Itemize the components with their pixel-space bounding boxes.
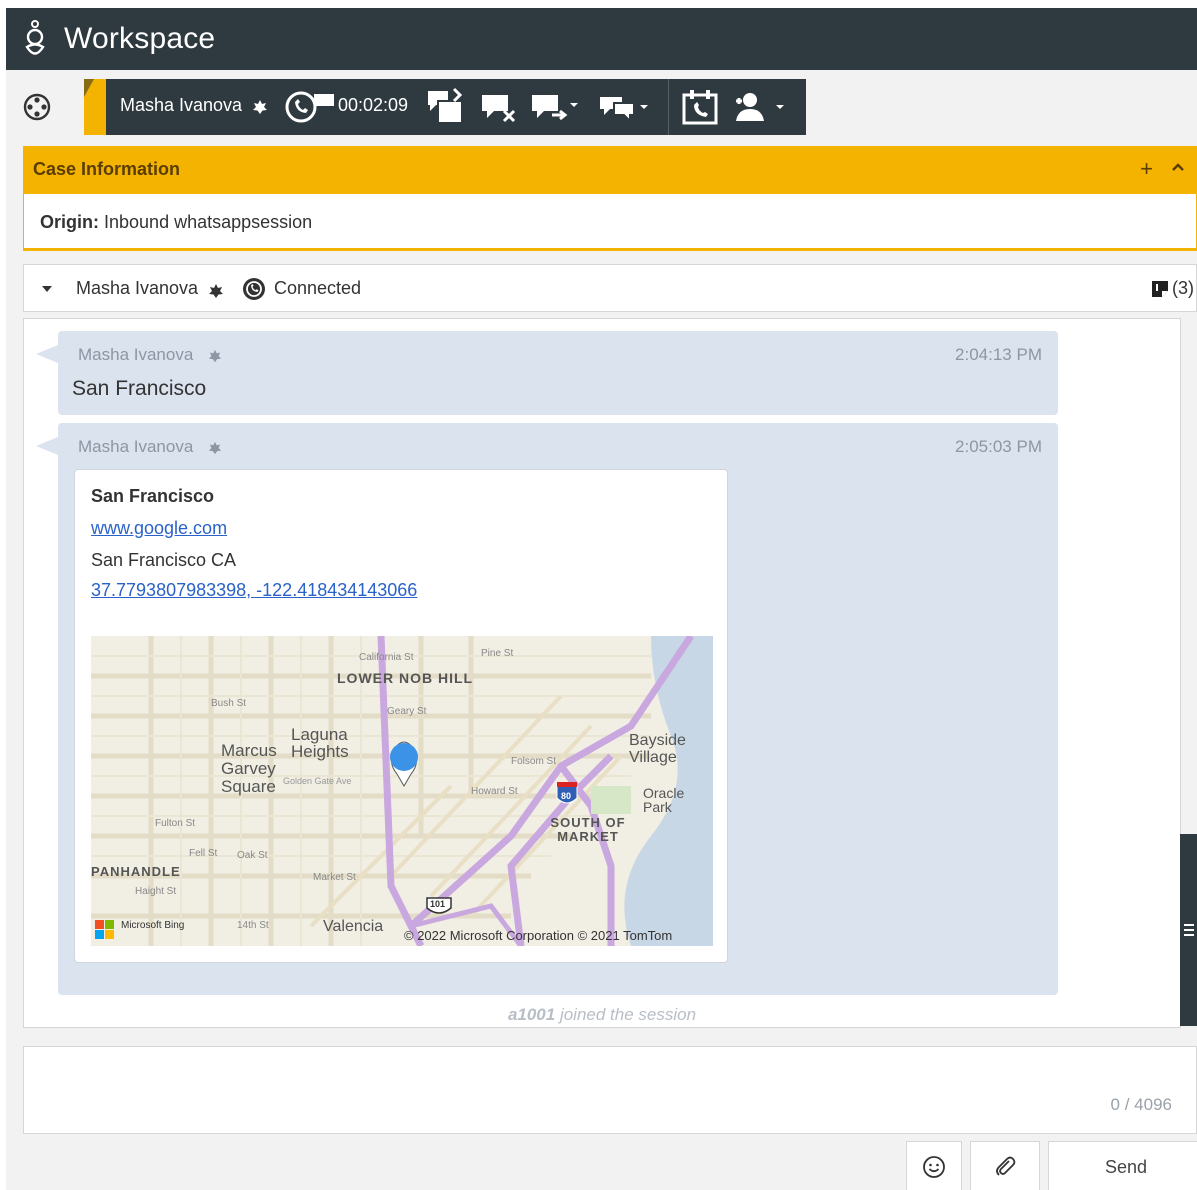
- vip-icon: [209, 284, 223, 298]
- side-panel-handle[interactable]: [1180, 834, 1197, 1026]
- party-expand-icon[interactable]: [40, 283, 54, 295]
- origin-label: Origin:: [40, 212, 99, 232]
- party-name[interactable]: Masha Ivanova: [76, 278, 198, 299]
- map-label: Oak St: [237, 850, 268, 861]
- toolbar-separator: [668, 79, 669, 135]
- map-label: Haight St: [135, 886, 177, 897]
- location-coordinates-link[interactable]: 37.7793807983398, -122.418434143066: [91, 580, 417, 601]
- map-credit: © 2022 Microsoft Corporation © 2021 TomT…: [404, 928, 673, 943]
- chat-message: Masha Ivanova 2:04:13 PM San Francisco: [36, 331, 1058, 415]
- vip-icon: [208, 441, 222, 455]
- collapse-case-icon[interactable]: [1171, 160, 1185, 174]
- message-time: 2:05:03 PM: [955, 437, 1042, 456]
- genesys-logo-icon: [25, 20, 45, 55]
- contact-menu-icon[interactable]: [730, 87, 792, 127]
- party-status: Connected: [274, 278, 362, 298]
- notes-count: (3): [1172, 278, 1194, 298]
- message-author: Masha Ivanova: [78, 345, 194, 364]
- paperclip-icon: [996, 1156, 1016, 1176]
- case-information-header[interactable]: Case Information +: [23, 146, 1197, 194]
- map-label: Bush St: [211, 698, 247, 709]
- chat-message: Masha Ivanova 2:05:03 PM San Francisco w…: [36, 423, 1058, 995]
- character-counter: 0 / 4096: [1110, 1095, 1172, 1114]
- map-label: 80: [561, 791, 572, 801]
- system-agent: a1001: [507, 1005, 556, 1024]
- origin-value: Inbound whatsappsession: [104, 212, 313, 232]
- message-composer[interactable]: 0 / 4096: [23, 1046, 1197, 1134]
- send-button[interactable]: Send: [1048, 1141, 1197, 1190]
- map-label: Fell St: [189, 848, 218, 859]
- whatsapp-icon: [243, 278, 265, 300]
- grip-icon: [1184, 924, 1194, 926]
- attach-file-button[interactable]: [970, 1141, 1040, 1190]
- consult-icon[interactable]: [528, 87, 580, 127]
- interaction-toolbar-row: Masha Ivanova 00:02:09: [6, 70, 1197, 146]
- map-label: Market St: [313, 872, 356, 883]
- map-label: Oracle Park: [643, 785, 685, 815]
- case-information-title: Case Information: [33, 159, 181, 179]
- vip-icon: [253, 100, 267, 114]
- map-label: California St: [359, 652, 414, 663]
- location-title: San Francisco: [91, 486, 215, 506]
- app-title: Workspace: [64, 22, 216, 55]
- schedule-callback-icon[interactable]: [680, 87, 720, 127]
- emoji-icon: [923, 1156, 945, 1178]
- location-map[interactable]: LOWER NOB HILL Laguna Heights Marcus Gar…: [91, 636, 713, 946]
- map-label: Folsom St: [511, 756, 557, 767]
- map-brand: Microsoft Bing: [121, 920, 185, 931]
- system-message: a1001 joined the session: [24, 1005, 1180, 1025]
- notes-icon[interactable]: [1150, 279, 1170, 299]
- add-case-data-button[interactable]: +: [1140, 156, 1153, 182]
- case-origin-row: Origin: Inbound whatsappsession: [40, 212, 312, 233]
- interaction-accent: [84, 79, 106, 135]
- location-address: San Francisco CA: [91, 550, 237, 570]
- title-bar: Workspace: [6, 8, 1197, 70]
- map-label: 101: [430, 899, 446, 909]
- interaction-timer: 00:02:09: [338, 95, 409, 115]
- map-label: Valencia: [323, 918, 384, 935]
- map-label: Marcus Garvey Square: [221, 741, 277, 796]
- map-label: Geary St: [387, 706, 427, 717]
- chat-transcript[interactable]: Masha Ivanova 2:04:13 PM San Francisco M…: [23, 318, 1181, 1028]
- map-label: LOWER NOB HILL: [337, 670, 474, 686]
- map-label: Howard St: [471, 786, 518, 797]
- map-label: PANHANDLE: [91, 864, 181, 879]
- map-label: Laguna Heights: [291, 725, 349, 761]
- map-label: SOUTH OF MARKET: [550, 815, 626, 844]
- vip-icon: [208, 349, 222, 363]
- transfer-icon[interactable]: [424, 87, 466, 127]
- map-label: 14th St: [237, 920, 269, 931]
- message-time: 2:04:13 PM: [955, 345, 1042, 364]
- map-label: Fulton St: [155, 818, 196, 829]
- main-menu-icon[interactable]: [22, 92, 52, 122]
- send-label: Send: [1105, 1157, 1148, 1177]
- location-card: San Francisco www.google.com San Francis…: [74, 469, 728, 963]
- map-label: Bayside Village: [629, 732, 686, 766]
- interaction-contact-name[interactable]: Masha Ivanova: [120, 95, 242, 116]
- case-information-body: Origin: Inbound whatsappsession: [23, 194, 1197, 251]
- party-bar: Masha Ivanova Connected (3): [23, 264, 1197, 312]
- location-link[interactable]: www.google.com: [91, 518, 227, 539]
- message-text: San Francisco: [72, 377, 207, 400]
- message-author: Masha Ivanova: [78, 437, 194, 456]
- map-label: Pine St: [481, 648, 514, 659]
- workspace-window: Workspace Masha Ivanova 00:02:09 Case In…: [6, 8, 1197, 1190]
- emoji-button[interactable]: [906, 1141, 962, 1190]
- map-label: Golden Gate Ave: [283, 776, 352, 786]
- whatsapp-icon: [285, 91, 334, 123]
- chat-menu-icon[interactable]: [596, 87, 652, 127]
- interaction-bar[interactable]: Masha Ivanova 00:02:09: [84, 79, 806, 135]
- end-chat-icon[interactable]: [478, 87, 518, 127]
- system-text: joined the session: [559, 1005, 697, 1024]
